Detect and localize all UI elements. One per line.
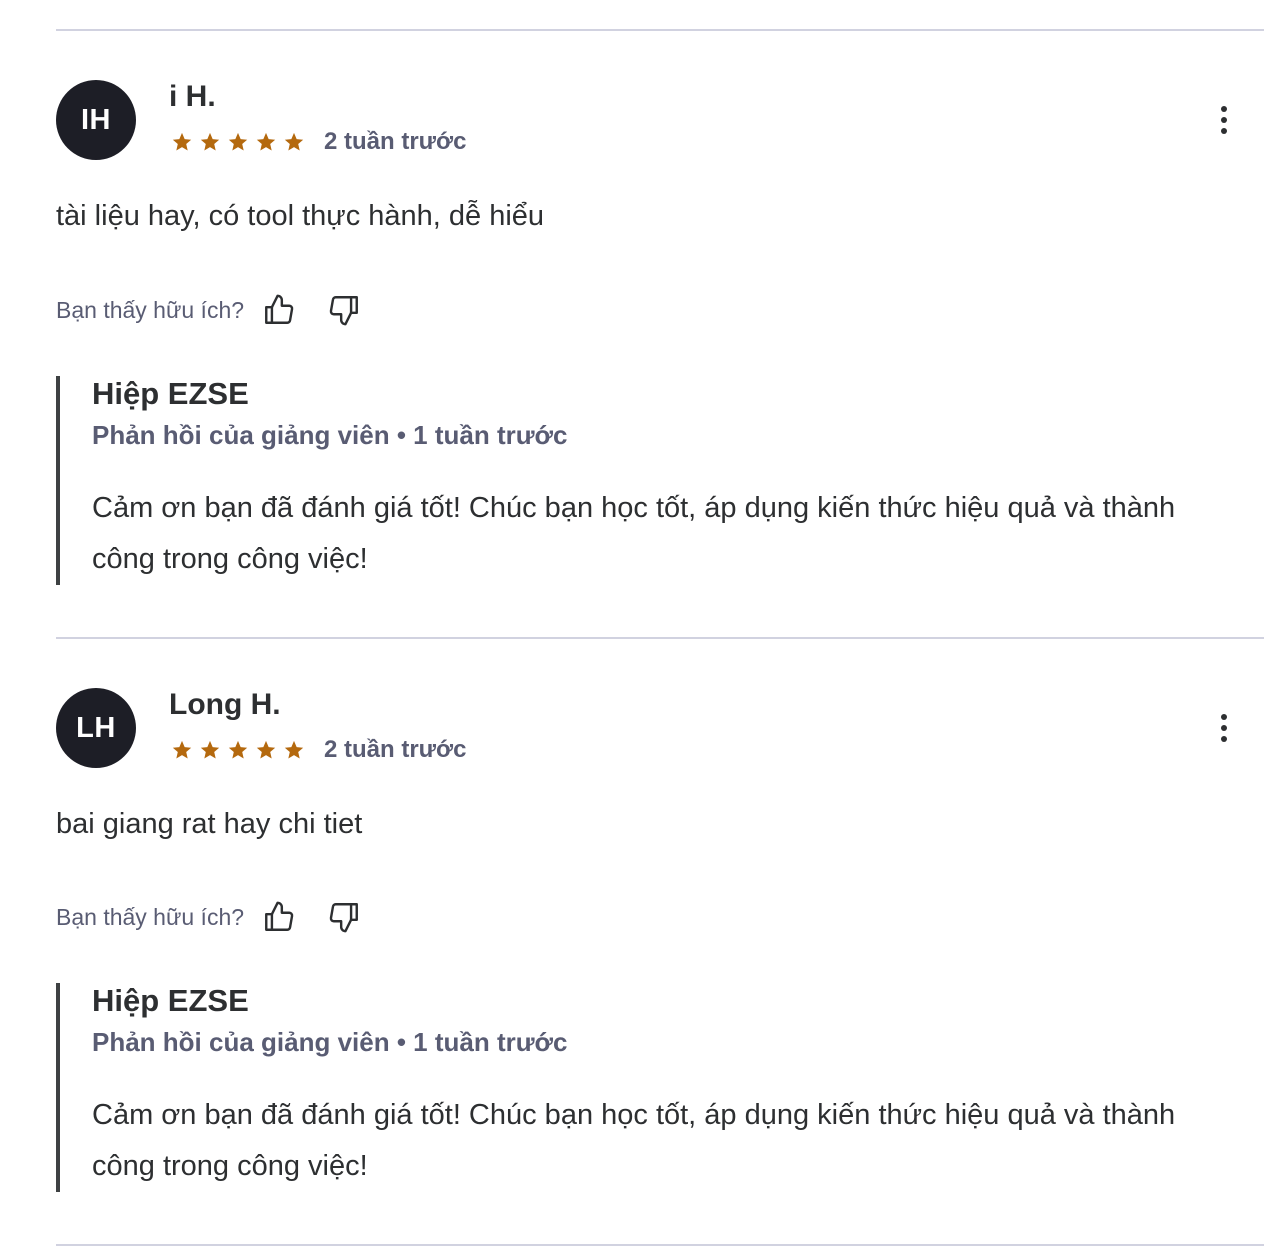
thumbs-down-icon bbox=[329, 903, 358, 933]
reply-meta: Phản hồi của giảng viên • 1 tuần trước bbox=[92, 420, 568, 450]
review-comment: bai giang rat hay chi tiet bbox=[56, 808, 363, 840]
avatar-initials: LH bbox=[76, 711, 116, 744]
divider bbox=[56, 1244, 1264, 1246]
star-icon bbox=[255, 131, 277, 153]
divider bbox=[56, 637, 1264, 639]
star-icon bbox=[255, 739, 277, 761]
review-date: 2 tuần trước bbox=[324, 128, 467, 155]
star-icon bbox=[171, 131, 193, 153]
star-icon bbox=[199, 739, 221, 761]
star-icon bbox=[227, 739, 249, 761]
rating-row: 2 tuần trước bbox=[171, 128, 466, 156]
thumbs-down-button[interactable] bbox=[324, 290, 364, 330]
review-comment: tài liệu hay, có tool thực hành, dễ hiểu bbox=[56, 200, 545, 232]
rating-row: 2 tuần trước bbox=[171, 736, 466, 764]
reply-author: Hiệp EZSE bbox=[92, 983, 249, 1018]
more-vertical-icon bbox=[1221, 714, 1227, 742]
star-rating bbox=[171, 739, 305, 761]
thumbs-up-icon bbox=[265, 294, 294, 324]
more-vertical-icon bbox=[1221, 106, 1227, 134]
avatar: LH bbox=[56, 688, 136, 768]
reply-meta: Phản hồi của giảng viên • 1 tuần trước bbox=[92, 1027, 568, 1057]
thumbs-up-icon bbox=[265, 901, 294, 931]
star-icon bbox=[227, 131, 249, 153]
reply-author: Hiệp EZSE bbox=[92, 376, 249, 411]
star-icon bbox=[283, 739, 305, 761]
review-date: 2 tuần trước bbox=[324, 736, 467, 763]
avatar: IH bbox=[56, 80, 136, 160]
helpful-row: Bạn thấy hữu ích? bbox=[56, 897, 364, 937]
reviewer-name: i H. bbox=[169, 80, 216, 113]
star-icon bbox=[199, 131, 221, 153]
instructor-reply: Hiệp EZSE Phản hồi của giảng viên • 1 tu… bbox=[56, 983, 1216, 1192]
more-options-button[interactable] bbox=[1206, 710, 1242, 746]
thumbs-down-button[interactable] bbox=[324, 897, 364, 937]
helpful-label: Bạn thấy hữu ích? bbox=[56, 903, 245, 930]
avatar-initials: IH bbox=[81, 103, 111, 136]
star-rating bbox=[171, 131, 305, 153]
instructor-reply: Hiệp EZSE Phản hồi của giảng viên • 1 tu… bbox=[56, 376, 1216, 585]
divider bbox=[56, 29, 1264, 31]
reviewer-name: Long H. bbox=[169, 688, 281, 721]
reply-text: Cảm ơn bạn đã đánh giá tốt! Chúc bạn học… bbox=[92, 492, 1176, 575]
thumbs-up-button[interactable] bbox=[259, 897, 299, 937]
more-options-button[interactable] bbox=[1206, 102, 1242, 138]
star-icon bbox=[283, 131, 305, 153]
reply-text: Cảm ơn bạn đã đánh giá tốt! Chúc bạn học… bbox=[92, 1099, 1176, 1182]
helpful-row: Bạn thấy hữu ích? bbox=[56, 290, 364, 330]
reviews-page: IH i H. 2 tuần trước tài liệu hay, có to… bbox=[0, 0, 1274, 1260]
thumbs-down-icon bbox=[329, 296, 358, 326]
star-icon bbox=[171, 739, 193, 761]
helpful-label: Bạn thấy hữu ích? bbox=[56, 296, 245, 323]
thumbs-up-button[interactable] bbox=[259, 290, 299, 330]
